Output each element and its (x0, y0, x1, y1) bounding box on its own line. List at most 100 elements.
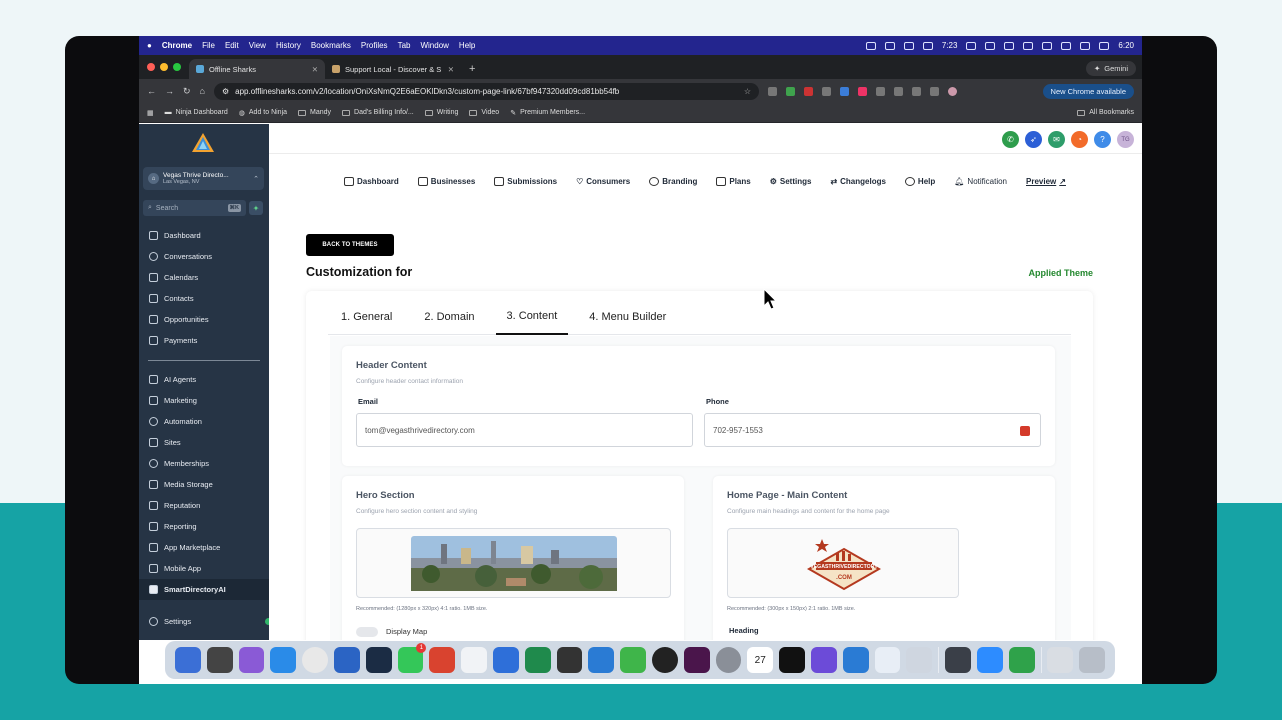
menu-window[interactable]: Window (420, 41, 448, 50)
status-icon[interactable] (922, 41, 933, 50)
finder-icon[interactable] (175, 647, 201, 673)
apps-grid-icon[interactable]: ▦ (147, 109, 154, 117)
app-icon[interactable] (461, 647, 487, 673)
status-icon[interactable] (985, 41, 996, 50)
navigation-app-icon[interactable] (333, 647, 360, 673)
menu-notification[interactable]: 🔔︎ Notification (954, 177, 1007, 186)
excel-icon[interactable] (524, 647, 551, 673)
megaphone-icon[interactable]: ✉ (1048, 131, 1065, 148)
menu-consumers[interactable]: ♡ Consumers (576, 177, 630, 186)
menu-help[interactable]: Help (459, 41, 475, 50)
app-icon[interactable] (492, 647, 519, 673)
menu-file[interactable]: File (202, 41, 215, 50)
sidebar-search[interactable]: ⌕ Search ⌘K (143, 200, 246, 216)
home-icon[interactable]: ⌂ (200, 86, 205, 96)
extension-icon[interactable] (785, 86, 795, 96)
tab-search-icon[interactable] (893, 86, 903, 96)
menu-edit[interactable]: Edit (225, 41, 239, 50)
display-map-toggle[interactable] (356, 627, 378, 637)
sidebar-item-media-storage[interactable]: Media Storage (139, 474, 269, 495)
sidebar-item-dashboard[interactable]: Dashboard (139, 225, 269, 246)
status-icon[interactable] (1042, 41, 1053, 50)
bookmark-item[interactable]: ▬ Ninja Dashboard (165, 109, 228, 116)
apple-icon[interactable]: ● (147, 41, 152, 50)
safari-icon[interactable] (270, 647, 297, 673)
sidebar-item-automation[interactable]: Automation (139, 411, 269, 432)
menu-help[interactable]: Help (904, 177, 935, 186)
location-switcher[interactable]: ⌂ Vegas Thrive Directo... Las Vegas, NV … (143, 167, 264, 190)
wifi-icon[interactable] (1061, 41, 1072, 50)
forward-arrow-icon[interactable]: → (165, 86, 174, 96)
all-bookmarks[interactable]: All Bookmarks (1077, 109, 1134, 116)
app-icon[interactable] (842, 647, 869, 673)
browser-tab[interactable]: Support Local - Discover & S ✕ (325, 59, 461, 79)
sidebar-item-settings[interactable]: Settings (139, 611, 269, 632)
back-arrow-icon[interactable]: ← (147, 86, 156, 96)
site-info-icon[interactable]: ⚙ (222, 87, 229, 96)
finalcut-icon[interactable] (810, 647, 837, 673)
extension-icon[interactable] (803, 86, 813, 96)
sidebar-item-ai-agents[interactable]: AI Agents (139, 369, 269, 390)
downloads-stack-icon[interactable] (1047, 647, 1074, 673)
settings-app-icon[interactable] (715, 647, 742, 673)
app-icon[interactable] (651, 647, 678, 673)
tab-content[interactable]: 3. Content (495, 299, 569, 335)
phone-icon[interactable]: ✆ (1002, 131, 1019, 148)
media-icon[interactable] (929, 86, 939, 96)
menubar-app[interactable]: Chrome (162, 41, 192, 50)
app-icon[interactable] (779, 647, 805, 673)
sidebar-item-smartdirectoryai[interactable]: SmartDirectoryAI (139, 579, 269, 600)
profile-avatar[interactable] (947, 86, 957, 96)
extension-icon[interactable] (767, 86, 777, 96)
launchpad-icon[interactable] (206, 647, 233, 673)
tab-domain[interactable]: 2. Domain (413, 299, 485, 335)
reload-icon[interactable]: ↻ (183, 86, 191, 97)
status-icon[interactable] (1023, 41, 1034, 50)
menu-plans[interactable]: Plans (716, 177, 751, 186)
zoom-icon[interactable] (976, 647, 1003, 673)
battery-icon[interactable] (1080, 41, 1091, 50)
bell-icon[interactable]: ◔ (1071, 131, 1088, 148)
phone-field[interactable]: 702-957-1553 (704, 413, 1041, 447)
vscode-icon[interactable] (588, 647, 615, 673)
address-bar[interactable]: ⚙ app.offlinesharks.com/v2/location/OniX… (213, 82, 759, 100)
app-icon[interactable] (429, 647, 456, 673)
bookmark-item[interactable]: ◍ Add to Ninja (239, 109, 287, 117)
sidebar-item-marketing[interactable]: Marketing (139, 390, 269, 411)
bookmark-star-icon[interactable]: ☆ (744, 87, 751, 96)
sidebar-item-contacts[interactable]: Contacts (139, 288, 269, 309)
menu-submissions[interactable]: Submissions (494, 177, 557, 186)
tab-general[interactable]: 1. General (330, 299, 403, 335)
bookmark-folder[interactable]: Mandy (298, 109, 331, 116)
sidebar-item-app-marketplace[interactable]: App Marketplace (139, 537, 269, 558)
status-icon[interactable] (903, 41, 914, 50)
password-manager-icon[interactable] (1020, 426, 1030, 436)
app-icon[interactable] (945, 647, 971, 673)
status-icon[interactable] (865, 41, 876, 50)
bookmark-item[interactable]: ✎ Premium Members... (510, 109, 585, 117)
app-icon[interactable] (556, 647, 583, 673)
menu-history[interactable]: History (276, 41, 301, 50)
menu-businesses[interactable]: Businesses (417, 177, 475, 186)
status-icon[interactable] (884, 41, 895, 50)
menu-preview[interactable]: Preview ↗ (1026, 177, 1066, 186)
sidebar-item-memberships[interactable]: Memberships (139, 453, 269, 474)
sidebar-item-calendars[interactable]: Calendars (139, 267, 269, 288)
evernote-icon[interactable] (620, 647, 646, 673)
sidebar-item-payments[interactable]: Payments (139, 330, 269, 351)
chrome-icon[interactable] (302, 647, 328, 673)
sidebar-item-conversations[interactable]: Conversations (139, 246, 269, 267)
close-tab-icon[interactable]: ✕ (448, 65, 454, 74)
sidebar-item-sites[interactable]: Sites (139, 432, 269, 453)
menu-settings[interactable]: ⚙ Settings (770, 177, 812, 186)
bookmark-folder[interactable]: Writing (424, 109, 458, 116)
bookmark-folder[interactable]: Video (469, 109, 499, 116)
browser-tab-active[interactable]: Offline Sharks ✕ (189, 59, 325, 79)
extension-icon[interactable] (839, 86, 849, 96)
tab-menu-builder[interactable]: 4. Menu Builder (578, 299, 677, 335)
menu-view[interactable]: View (249, 41, 266, 50)
quick-action-icon[interactable]: ✦ (249, 201, 263, 215)
menu-changelogs[interactable]: ⇄ Changelogs (830, 177, 885, 186)
wifi-app-icon[interactable] (365, 647, 392, 673)
zoom-window-button[interactable] (173, 63, 181, 71)
